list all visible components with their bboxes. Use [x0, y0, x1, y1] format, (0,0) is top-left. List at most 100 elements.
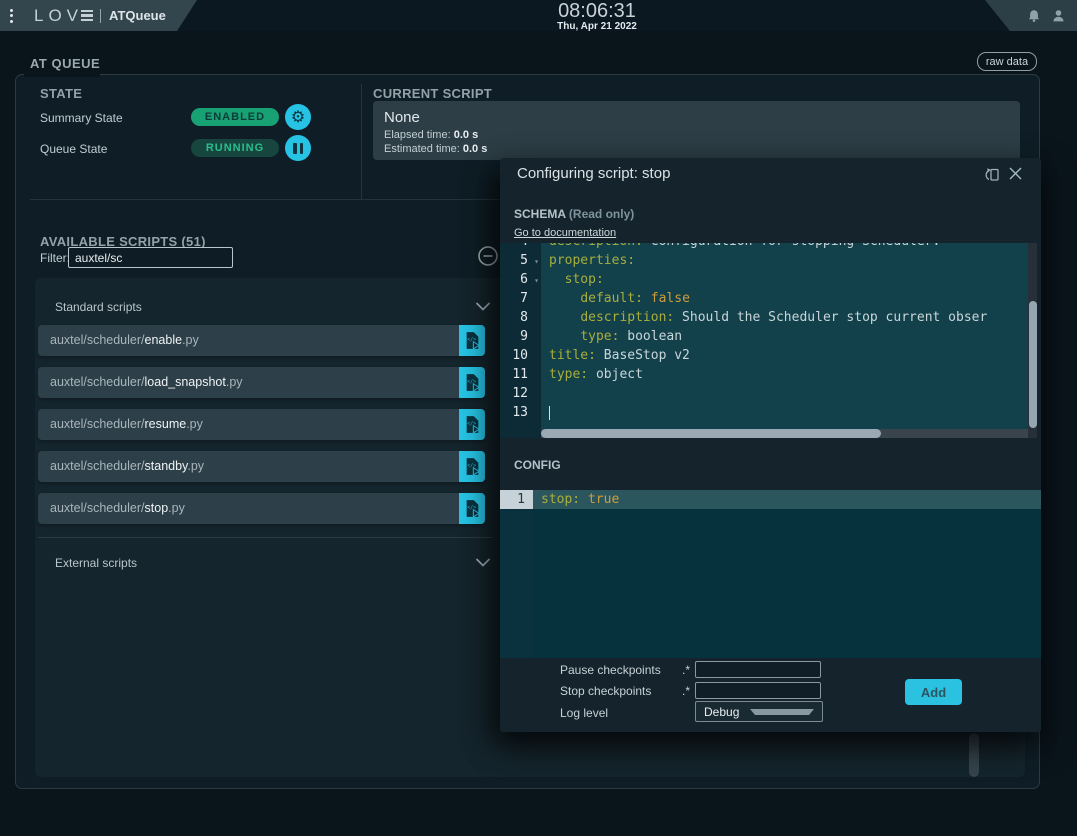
line-number: 9: [500, 327, 541, 346]
line-number: 10: [500, 346, 541, 365]
elapsed-time: Elapsed time: 0.0 s: [384, 129, 478, 141]
detach-window-icon[interactable]: [983, 166, 1001, 184]
notifications-bell-icon[interactable]: [1026, 8, 1042, 24]
collapse-section-icon[interactable]: [476, 245, 500, 269]
svg-text:</>: </>: [467, 463, 476, 469]
standard-scripts-group[interactable]: Standard scripts: [55, 297, 505, 317]
script-row[interactable]: auxtel/scheduler/load_snapshot.py </>: [38, 367, 485, 398]
config-code: stop: true: [533, 490, 1041, 509]
script-row[interactable]: auxtel/scheduler/stop.py </>: [38, 493, 485, 524]
schema-title: SCHEMA (Read only): [514, 207, 634, 221]
script-path: auxtel/scheduler/enable.py: [50, 325, 199, 356]
log-level-select[interactable]: Debug: [695, 701, 823, 722]
script-path: auxtel/scheduler/resume.py: [50, 409, 203, 440]
script-row[interactable]: auxtel/scheduler/standby.py </>: [38, 451, 485, 482]
gear-icon: ⚙: [291, 109, 305, 125]
estimated-time: Estimated time: 0.0 s: [384, 143, 487, 155]
current-script-box: None Elapsed time: 0.0 s Estimated time:…: [373, 101, 1020, 160]
chevron-down-icon: [750, 709, 814, 715]
panel-title: AT QUEUE: [30, 56, 100, 71]
code-line: stop: true: [533, 490, 1041, 509]
filter-label: Filter:: [40, 251, 70, 265]
summary-state-label: Summary State: [40, 111, 123, 125]
line-number: 5▾: [500, 251, 541, 270]
schema-code-area: description: Configuration for stopping …: [541, 243, 1028, 429]
script-path: auxtel/scheduler/standby.py: [50, 451, 204, 482]
app-tab: LOV ATQueue: [0, 0, 210, 31]
schema-code: description: Configuration for stopping …: [541, 243, 1028, 422]
current-script-name: None: [384, 109, 420, 126]
view-title: ATQueue: [109, 8, 166, 23]
script-row[interactable]: auxtel/scheduler/resume.py </>: [38, 409, 485, 440]
pause-checkpoints-label: Pause checkpoints.*: [560, 661, 690, 678]
pause-checkpoints-input[interactable]: [695, 661, 821, 678]
documentation-link[interactable]: Go to documentation: [514, 227, 616, 239]
user-icon[interactable]: [1050, 8, 1067, 24]
close-icon[interactable]: [1006, 166, 1024, 184]
launch-script-button[interactable]: </>: [459, 451, 485, 482]
config-gutter: 1: [500, 490, 533, 509]
menu-dots-icon[interactable]: [10, 8, 24, 24]
summary-state-badge: ENABLED: [191, 108, 279, 126]
add-button[interactable]: Add: [905, 679, 962, 705]
state-section-title: STATE: [40, 86, 82, 101]
summary-state-config-button[interactable]: ⚙: [285, 104, 311, 130]
line-number: 4: [500, 243, 541, 251]
line-number: 8: [500, 308, 541, 327]
queue-state-label: Queue State: [40, 142, 107, 156]
script-path: auxtel/scheduler/stop.py: [50, 493, 185, 524]
svg-text:</>: </>: [467, 505, 476, 511]
code-line: description: Configuration for stopping …: [541, 243, 1028, 251]
code-line: [541, 403, 1028, 422]
stop-checkpoints-input[interactable]: [695, 682, 821, 699]
line-number: 1: [500, 490, 533, 509]
pause-icon: [293, 143, 303, 154]
clock: 08:06:31 Thu, Apr 21 2022: [477, 1, 717, 32]
svg-text:</>: </>: [467, 421, 476, 427]
queue-pause-button[interactable]: [285, 135, 311, 161]
code-line: [541, 384, 1028, 403]
clock-date: Thu, Apr 21 2022: [477, 21, 717, 32]
config-editor[interactable]: 1 stop: true: [500, 490, 1041, 658]
love-logo: LOV: [34, 6, 83, 26]
text-cursor: [549, 406, 550, 420]
clock-time: 08:06:31: [477, 1, 717, 21]
script-row[interactable]: auxtel/scheduler/enable.py </>: [38, 325, 485, 356]
launch-script-button[interactable]: </>: [459, 493, 485, 524]
filter-input[interactable]: [68, 247, 233, 268]
queue-state-badge: RUNNING: [191, 139, 279, 157]
chevron-down-icon: [475, 557, 491, 571]
code-line: type: object: [541, 365, 1028, 384]
raw-data-button[interactable]: raw data: [977, 52, 1037, 71]
atqueue-page: LOV ATQueue 08:06:31 Thu, Apr 21 2022 AT…: [0, 0, 1077, 836]
top-bar: LOV ATQueue 08:06:31 Thu, Apr 21 2022: [0, 0, 1077, 31]
svg-text:</>: </>: [467, 337, 476, 343]
line-number: 7: [500, 289, 541, 308]
group-divider: [38, 537, 493, 538]
configure-script-modal: Configuring script: stop SCHEMA (Read on…: [500, 158, 1041, 732]
love-logo-e-icon: [81, 10, 93, 22]
code-line: title: BaseStop v2: [541, 346, 1028, 365]
code-line: description: Should the Scheduler stop c…: [541, 308, 1028, 327]
launch-script-button[interactable]: </>: [459, 367, 485, 398]
schema-vscroll-thumb[interactable]: [1029, 301, 1037, 428]
scripts-scrollbar-thumb[interactable]: [969, 733, 979, 777]
chevron-down-icon: [475, 301, 491, 315]
schema-hscroll-thumb[interactable]: [541, 429, 881, 438]
external-scripts-group[interactable]: External scripts: [55, 553, 505, 573]
code-line: type: boolean: [541, 327, 1028, 346]
code-line: stop:: [541, 270, 1028, 289]
section-divider-vertical: [361, 84, 362, 200]
stop-checkpoints-label: Stop checkpoints.*: [560, 682, 690, 699]
schema-vscroll-track: [1028, 243, 1037, 438]
schema-gutter: 45▾6▾78910111213: [500, 243, 541, 422]
config-gutter-bg: [500, 490, 533, 658]
line-number: 13: [500, 403, 541, 422]
script-path: auxtel/scheduler/load_snapshot.py: [50, 367, 243, 398]
line-number: 6▾: [500, 270, 541, 289]
legend-mask: [24, 72, 100, 77]
log-level-label: Log level: [560, 704, 690, 721]
launch-script-button[interactable]: </>: [459, 325, 485, 356]
config-title: CONFIG: [514, 458, 561, 472]
launch-script-button[interactable]: </>: [459, 409, 485, 440]
